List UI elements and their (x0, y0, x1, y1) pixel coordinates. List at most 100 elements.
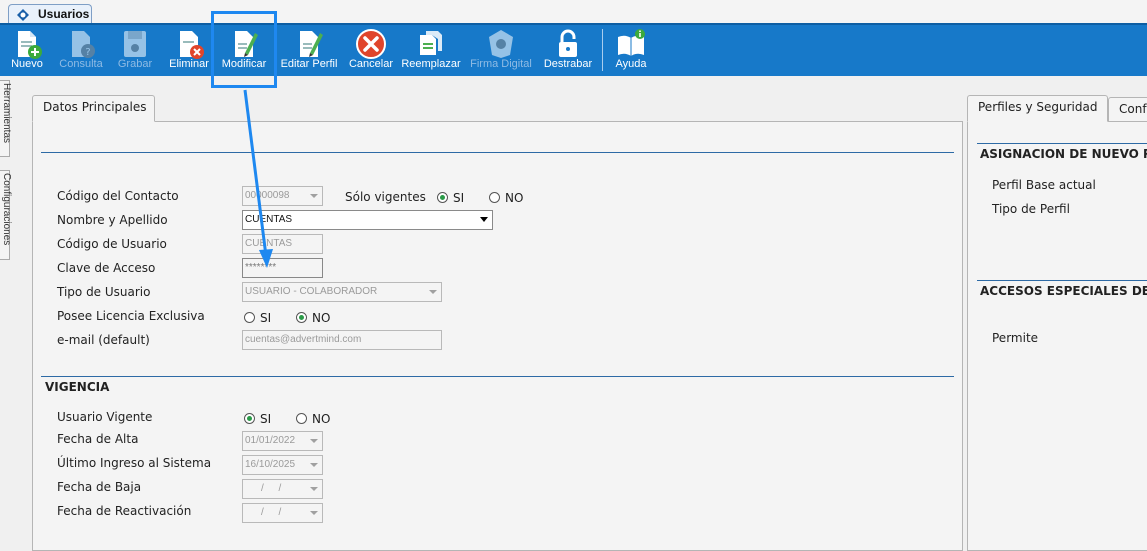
exclusive-license-no-radio[interactable] (296, 312, 307, 323)
unlock-button-label: Destrabar (543, 58, 593, 70)
only-valid-label: Sólo vigentes (345, 190, 426, 204)
password-label: Clave de Acceso (57, 261, 156, 275)
cancel-button-label: Cancelar (348, 58, 394, 70)
section-divider (977, 143, 1147, 144)
section-divider (41, 152, 954, 153)
save-button-label: Grabar (117, 58, 153, 70)
chevron-down-icon (310, 511, 318, 515)
chevron-down-icon (310, 487, 318, 491)
email-field[interactable]: cuentas@advertmind.com (242, 330, 442, 350)
chevron-down-icon (310, 463, 318, 467)
toolbar-separator (602, 29, 603, 71)
edit-profile-button-label: Editar Perfil (280, 58, 338, 70)
chevron-down-icon (429, 290, 437, 294)
user-code-value: CUENTAS (245, 238, 293, 249)
only-valid-yes-label: SI (453, 191, 465, 205)
chevron-down-icon (480, 217, 488, 222)
password-value: ******** (245, 262, 277, 273)
main-toolbar: Nuevo ? Consulta Grabar Eliminar Modific… (0, 23, 1147, 76)
new-button[interactable]: Nuevo (4, 25, 50, 76)
start-date-value: 01/01/2022 (245, 435, 296, 446)
user-code-field[interactable]: CUENTAS (242, 234, 323, 254)
tab-perfiles-seguridad-label: Perfiles y Seguridad (978, 100, 1098, 114)
contact-code-label: Código del Contacto (57, 189, 179, 203)
start-date-label: Fecha de Alta (57, 432, 139, 446)
last-login-label: Último Ingreso al Sistema (57, 456, 212, 470)
password-field[interactable]: ******** (242, 258, 323, 278)
side-tab-tools[interactable]: Herramientas (0, 80, 12, 157)
tab-conf-label: Conf (1119, 102, 1147, 116)
permits-label: Permite (992, 331, 1039, 345)
only-valid-no-radio[interactable] (489, 192, 500, 203)
full-name-value: CUENTAS (245, 214, 293, 225)
reactivation-date-value: / / (261, 507, 288, 518)
save-icon (118, 27, 152, 61)
delete-doc-icon (172, 27, 206, 61)
cancel-button[interactable]: Cancelar (345, 25, 397, 76)
full-name-select[interactable]: CUENTAS (242, 210, 493, 230)
window-tab-usuarios[interactable]: Usuarios (8, 4, 92, 24)
query-doc-icon: ? (64, 27, 98, 61)
assign-profile-title: ASIGNACION DE NUEVO PER (980, 147, 1147, 161)
replace-button[interactable]: Reemplazar (401, 25, 461, 76)
current-user-yes-label: SI (260, 412, 272, 426)
digital-signature-button-label: Firma Digital (470, 58, 532, 70)
side-tab-tools-label: Herramientas (1, 83, 12, 144)
only-valid-no-label: NO (505, 191, 524, 205)
help-button[interactable]: Ayuda (610, 25, 652, 76)
help-button-label: Ayuda (615, 58, 647, 70)
delete-button[interactable]: Eliminar (166, 25, 212, 76)
current-user-no-label: NO (312, 412, 331, 426)
profile-type-label: Tipo de Perfil (992, 202, 1070, 216)
exclusive-license-label: Posee Licencia Exclusiva (57, 309, 205, 323)
query-button-label: Consulta (59, 58, 103, 70)
section-divider (41, 376, 954, 377)
current-user-label: Usuario Vigente (57, 410, 153, 424)
exclusive-license-no-label: NO (312, 311, 331, 325)
side-tab-config[interactable]: Configuraciones (0, 170, 12, 260)
current-user-no-radio[interactable] (296, 413, 307, 424)
replace-button-label: Reemplazar (401, 58, 461, 70)
svg-text:?: ? (85, 47, 90, 58)
start-date-field[interactable]: 01/01/2022 (242, 431, 323, 451)
end-date-value: / / (261, 483, 288, 494)
exclusive-license-yes-label: SI (260, 311, 272, 325)
only-valid-yes-radio[interactable] (437, 192, 448, 203)
tab-datos-principales-label: Datos Principales (43, 100, 147, 114)
base-profile-label: Perfil Base actual (992, 178, 1096, 192)
replace-icon (414, 27, 448, 61)
contact-code-value: 00000098 (245, 190, 290, 201)
end-date-field[interactable]: / / (242, 479, 323, 499)
save-button[interactable]: Grabar (112, 25, 158, 76)
cancel-icon (354, 27, 388, 61)
full-name-label: Nombre y Apellido (57, 213, 168, 227)
unlock-icon (551, 27, 585, 61)
digital-signature-icon (484, 27, 518, 61)
vigencia-title: VIGENCIA (45, 380, 110, 394)
tab-conf[interactable]: Conf (1108, 97, 1147, 121)
delete-button-label: Eliminar (169, 58, 209, 70)
section-divider (977, 280, 1147, 281)
contact-code-field[interactable]: 00000098 (242, 186, 323, 206)
special-access-title: ACCESOS ESPECIALES DESDE (980, 284, 1147, 298)
exclusive-license-yes-radio[interactable] (244, 312, 255, 323)
help-book-icon (614, 27, 648, 61)
user-type-select[interactable]: USUARIO - COLABORADOR (242, 282, 442, 302)
chevron-down-icon (310, 439, 318, 443)
user-code-label: Código de Usuario (57, 237, 167, 251)
new-doc-icon (10, 27, 44, 61)
tab-perfiles-seguridad[interactable]: Perfiles y Seguridad (967, 95, 1108, 122)
query-button[interactable]: ? Consulta (56, 25, 106, 76)
main-panel (32, 121, 963, 551)
unlock-button[interactable]: Destrabar (540, 25, 596, 76)
tab-datos-principales[interactable]: Datos Principales (32, 95, 155, 122)
digital-signature-button[interactable]: Firma Digital (467, 25, 535, 76)
side-tab-config-label: Configuraciones (1, 173, 12, 246)
last-login-field[interactable]: 16/10/2025 (242, 455, 323, 475)
current-user-yes-radio[interactable] (244, 413, 255, 424)
last-login-value: 16/10/2025 (245, 459, 296, 470)
window-tab-bar: Usuarios (0, 0, 1147, 24)
reactivation-date-field[interactable]: / / (242, 503, 323, 523)
edit-profile-button[interactable]: Editar Perfil (278, 25, 340, 76)
email-value: cuentas@advertmind.com (245, 334, 362, 345)
